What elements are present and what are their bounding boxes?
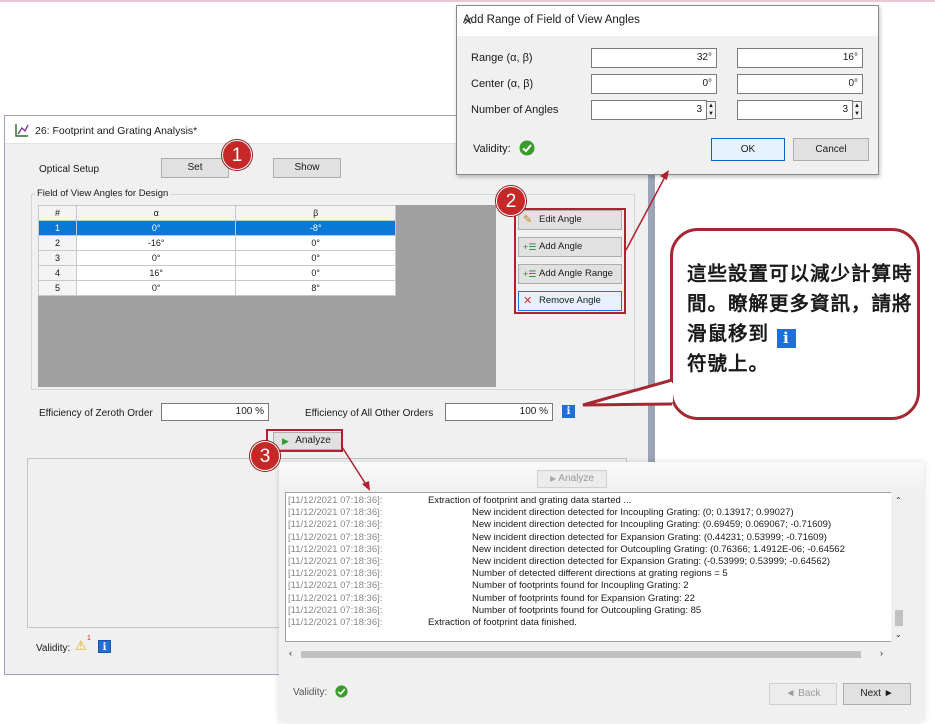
step-badge-2: 2: [496, 186, 526, 216]
step-badge-1: 1: [222, 140, 252, 170]
annotation-overlay: [341, 170, 673, 491]
step-badge-3: 3: [250, 441, 280, 471]
